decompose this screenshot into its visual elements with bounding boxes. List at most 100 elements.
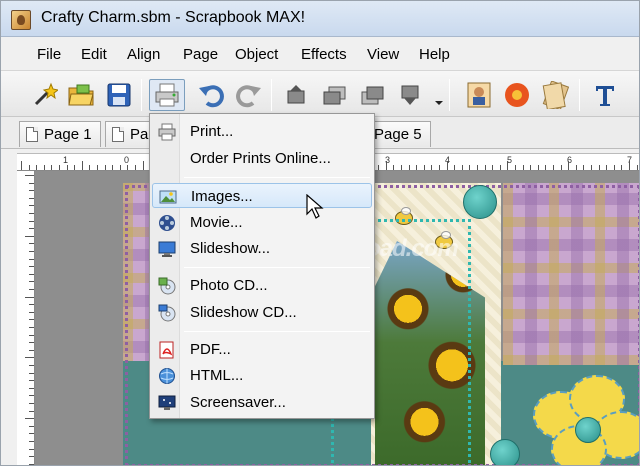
open-folder-icon[interactable]: [65, 79, 97, 111]
ruler-tick: [29, 334, 34, 336]
ruler-tick: [25, 357, 34, 359]
ruler-tick: [613, 165, 615, 170]
ruler-tick: [29, 273, 34, 275]
ruler-tick: [43, 165, 45, 170]
toolbar-separator: [141, 79, 142, 111]
teal-button-embellishment[interactable]: [463, 185, 497, 219]
menu-item-label: Slideshow CD...: [190, 304, 297, 321]
ruler-tick: [104, 165, 106, 170]
printer-icon[interactable]: [149, 79, 185, 111]
ruler-tick: [378, 165, 380, 170]
teal-button-embellishment[interactable]: [490, 439, 520, 465]
ruler-tick: [416, 165, 418, 170]
menu-item-slideshow-cd[interactable]: Slideshow CD...: [152, 300, 372, 325]
paper-icon[interactable]: [539, 79, 571, 111]
ruler-tick: [401, 165, 402, 170]
menu-item-movie[interactable]: Movie...: [152, 210, 372, 235]
menu-file[interactable]: File: [37, 46, 61, 63]
ruler-tick: [29, 372, 34, 374]
bring-forward-icon[interactable]: [319, 79, 351, 111]
window-title: Crafty Charm.sbm - Scrapbook MAX!: [41, 9, 306, 26]
photo-frame-icon[interactable]: [463, 79, 495, 111]
menu-separator: [184, 331, 370, 332]
ruler-tick: [29, 311, 34, 313]
flower-embellishment-icon[interactable]: [501, 79, 533, 111]
ruler-tick: [583, 165, 585, 170]
ruler-tick: [477, 165, 478, 170]
screensaver-icon: [158, 394, 176, 412]
ruler-tick: [393, 165, 395, 170]
text-tool-icon[interactable]: [589, 79, 621, 111]
ruler-number: 1: [63, 155, 69, 165]
ruler-tick: [545, 165, 547, 170]
mouse-cursor-icon: [306, 194, 324, 219]
tab-page-1[interactable]: Page 1: [19, 121, 101, 147]
undo-icon[interactable]: [195, 79, 227, 111]
ruler-tick: [29, 365, 34, 366]
magic-wand-icon[interactable]: [29, 79, 61, 111]
ruler-tick: [515, 165, 516, 170]
slideshow-cd-icon: [158, 304, 176, 322]
ruler-tick: [51, 165, 53, 170]
title-bar[interactable]: Crafty Charm.sbm - Scrapbook MAX!: [1, 1, 639, 37]
ruler-tick: [591, 165, 592, 170]
menu-item-html[interactable]: HTML...: [152, 363, 372, 388]
menu-item-label: Images...: [191, 188, 253, 205]
ruler-tick: [25, 418, 34, 420]
menu-object[interactable]: Object: [235, 46, 278, 63]
redo-icon[interactable]: [233, 79, 265, 111]
ruler-tick: [28, 165, 30, 170]
menu-item-photo-cd[interactable]: Photo CD...: [152, 273, 372, 298]
ruler-tick: [29, 441, 34, 442]
menu-help[interactable]: Help: [419, 46, 450, 63]
flower-center: [575, 417, 601, 443]
bring-to-front-icon[interactable]: [281, 79, 313, 111]
send-to-back-icon[interactable]: [395, 79, 427, 111]
ruler-tick: [66, 165, 68, 170]
app-icon[interactable]: [11, 10, 31, 30]
tab-label: Page 1: [44, 126, 92, 143]
menu-page[interactable]: Page: [183, 46, 218, 63]
app-window: Crafty Charm.sbm - Scrapbook MAX! File E…: [0, 0, 640, 466]
ruler-tick: [629, 161, 630, 170]
document-icon: [26, 127, 38, 142]
menu-effects[interactable]: Effects: [301, 46, 347, 63]
menu-item-screensaver[interactable]: Screensaver...: [152, 390, 372, 415]
menu-item-label: Screensaver...: [190, 394, 286, 411]
save-disk-icon[interactable]: [103, 79, 135, 111]
menu-item-order-prints-online[interactable]: Order Prints Online...: [152, 146, 372, 171]
ruler-tick: [119, 165, 121, 170]
ruler-tick: [29, 319, 34, 321]
ruler-tick: [575, 165, 577, 170]
tab-label: Page 5: [374, 126, 422, 143]
ruler-tick: [469, 165, 471, 170]
chevron-down-icon[interactable]: [435, 101, 443, 105]
ruler-tick: [81, 161, 83, 170]
menu-item-print[interactable]: Print...: [152, 119, 372, 144]
ruler-tick: [553, 165, 554, 170]
ruler-tick: [29, 228, 34, 230]
ruler-tick: [29, 463, 34, 465]
menu-item-images[interactable]: Images...: [152, 183, 372, 208]
ruler-tick: [97, 165, 98, 170]
menu-item-slideshow[interactable]: Slideshow...: [152, 236, 372, 261]
menu-item-label: Print...: [190, 123, 234, 140]
ruler-tick: [29, 304, 34, 306]
yellow-flower-embellishment[interactable]: [533, 375, 639, 465]
ruler-tick: [484, 165, 486, 170]
menu-align[interactable]: Align: [127, 46, 160, 63]
ruler-tick: [29, 327, 34, 328]
menu-separator: [184, 177, 370, 178]
menu-item-label: HTML...: [190, 367, 244, 384]
menu-edit[interactable]: Edit: [81, 46, 107, 63]
ruler-tick: [636, 165, 638, 170]
menu-view[interactable]: View: [367, 46, 399, 63]
send-backward-icon[interactable]: [357, 79, 389, 111]
menu-item-pdf[interactable]: PDF...: [152, 337, 372, 362]
toolbar: [1, 71, 639, 117]
ruler-tick: [537, 165, 539, 170]
ruler-tick: [29, 197, 34, 199]
ruler-tick: [598, 165, 600, 170]
ruler-tick: [29, 281, 34, 283]
ruler-tick: [29, 349, 34, 351]
